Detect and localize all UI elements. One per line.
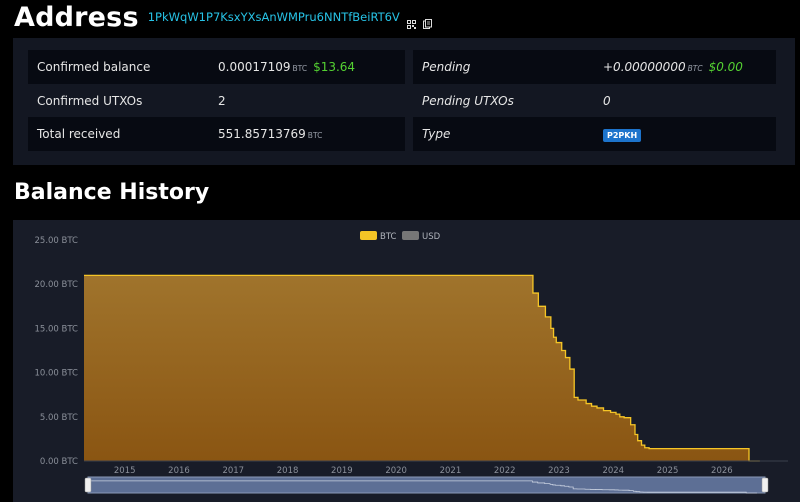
pending-fiat: $0.00: [708, 60, 743, 74]
x-tick-label: 2024: [602, 466, 624, 476]
type-value: P2PKH: [603, 127, 642, 142]
btc-unit: BTC: [292, 64, 308, 73]
x-tick-label: 2016: [168, 466, 190, 476]
y-axis-ticks: 0.00 BTC 5.00 BTC 10.00 BTC 15.00 BTC 20.00 …: [35, 236, 79, 467]
confirmed-balance-label: Confirmed balance: [37, 60, 151, 74]
navigator-left-handle[interactable]: [84, 477, 92, 493]
confirmed-utxos-value: 2: [218, 94, 226, 108]
total-received-label: Total received: [37, 127, 121, 141]
legend-label-btc[interactable]: BTC: [380, 232, 397, 242]
address-hash[interactable]: 1PkWqW1P7KsxYXsAnWMPru6NNTfBeiRT6V: [148, 10, 400, 24]
y-tick-label: 0.00 BTC: [40, 457, 78, 467]
x-tick-label: 2019: [331, 466, 353, 476]
x-tick-label: 2015: [114, 466, 136, 476]
pending-utxos-row: Pending UTXOs 0: [413, 84, 776, 118]
x-tick-label: 2022: [494, 466, 516, 476]
confirmed-utxos-label: Confirmed UTXOs: [37, 94, 143, 108]
address-header: Address 1PkWqW1P7KsxYXsAnWMPru6NNTfBeiRT…: [14, 0, 432, 34]
y-tick-label: 5.00 BTC: [40, 413, 78, 423]
legend-swatch-btc[interactable]: [360, 231, 377, 240]
confirmed-balance-row: Confirmed balance 0.00017109 BTC $13.64: [28, 50, 405, 84]
x-tick-label: 2020: [385, 466, 407, 476]
qr-code-icon[interactable]: [406, 14, 416, 29]
btc-unit: BTC: [307, 131, 323, 140]
navigator-right-handle[interactable]: [761, 477, 769, 493]
total-received-value: 551.85713769 BTC: [218, 127, 323, 141]
pending-label: Pending: [422, 60, 471, 74]
btc-unit: BTC: [687, 64, 703, 73]
btc-series: [84, 274, 788, 462]
confirmed-balance-value: 0.00017109 BTC $13.64: [218, 60, 356, 74]
total-received-row: Total received 551.85713769 BTC: [28, 117, 405, 151]
address-summary-panel: Confirmed balance 0.00017109 BTC $13.64 Co…: [13, 38, 795, 165]
x-tick-label: 2021: [440, 466, 462, 476]
address-type-badge: P2PKH: [603, 128, 642, 142]
y-tick-label: 25.00 BTC: [35, 236, 79, 246]
btc-area-fill: [84, 275, 760, 461]
x-axis-ticks: 2015 2016 2017 2018 2019 2020 2021 2022 2023 2024…: [114, 466, 733, 476]
range-navigator[interactable]: [84, 476, 769, 494]
chart-legend: BTC USD: [360, 231, 441, 242]
legend-swatch-usd[interactable]: [402, 231, 419, 240]
balance-history-chart: BTC USD 0.00 BTC 5.00 BTC 10.00 BTC 15.00 BT…: [13, 220, 800, 502]
pending-utxos-value: 0: [603, 94, 611, 108]
y-tick-label: 20.00 BTC: [35, 280, 79, 290]
type-label: Type: [422, 127, 451, 141]
chart-svg: BTC USD 0.00 BTC 5.00 BTC 10.00 BTC 15.00 BT…: [35, 231, 788, 494]
page-title: Address: [14, 1, 139, 33]
type-row: Type P2PKH: [413, 117, 776, 151]
pending-utxos-label: Pending UTXOs: [422, 94, 514, 108]
copy-icon[interactable]: [422, 14, 432, 29]
y-tick-label: 10.00 BTC: [35, 369, 79, 379]
pending-row: Pending +0.00000000 BTC $0.00: [413, 50, 776, 84]
pending-value: +0.00000000 BTC $0.00: [603, 60, 743, 74]
y-tick-label: 15.00 BTC: [35, 324, 79, 334]
x-tick-label: 2017: [222, 466, 244, 476]
x-tick-label: 2026: [711, 466, 733, 476]
x-tick-label: 2025: [657, 466, 679, 476]
navigator-window[interactable]: [87, 476, 766, 494]
balance-history-title: Balance History: [14, 180, 210, 205]
x-tick-label: 2023: [548, 466, 570, 476]
confirmed-balance-fiat: $13.64: [313, 60, 356, 74]
legend-label-usd[interactable]: USD: [422, 232, 441, 242]
x-tick-label: 2018: [277, 466, 299, 476]
confirmed-utxos-row: Confirmed UTXOs 2: [28, 84, 405, 118]
